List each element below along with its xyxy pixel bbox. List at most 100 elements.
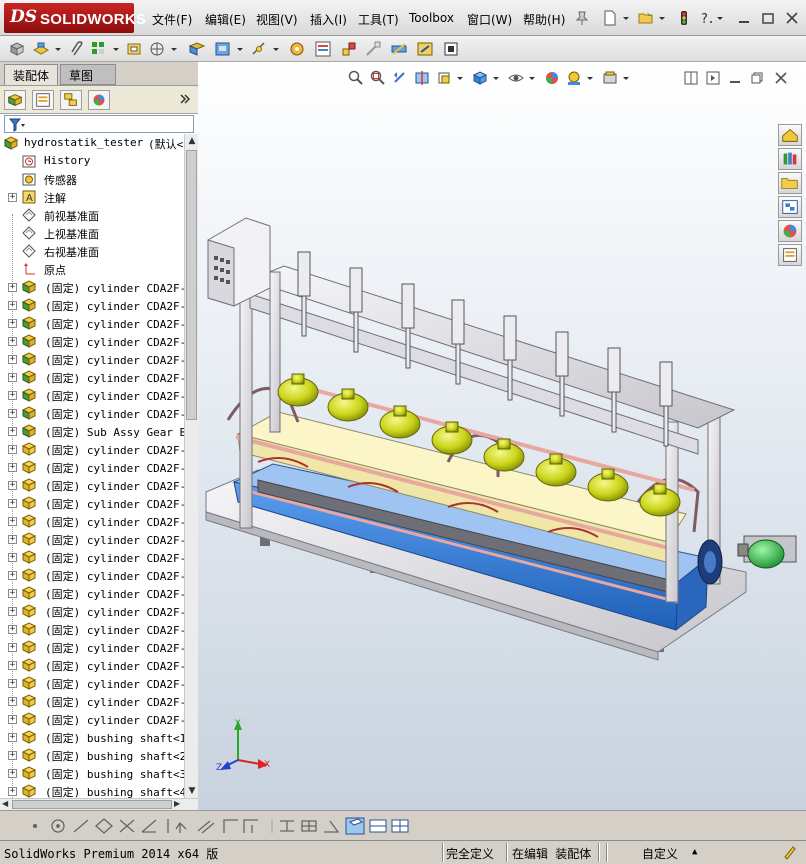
tree-component-item[interactable]: + (固定) cylinder CDA2F-6 xyxy=(0,530,184,548)
traffic-light-icon[interactable] xyxy=(676,10,692,26)
tree-filter-input[interactable] xyxy=(4,115,194,133)
tree-component-item[interactable]: + (固定) cylinder CDA2F-6 xyxy=(0,476,184,494)
tree-horizontal-scrollbar[interactable]: ◀ ▶ xyxy=(0,798,198,810)
expand-toggle[interactable]: + xyxy=(8,589,17,598)
tree-component-item[interactable]: + (固定) cylinder CDA2F-6 xyxy=(0,278,184,296)
tree-component-item[interactable]: + (固定) Sub Assy Gear Bo xyxy=(0,422,184,440)
sketch-tools[interactable] xyxy=(30,817,430,835)
reference-geometry-icon[interactable] xyxy=(250,40,268,58)
interference-detection-icon[interactable] xyxy=(390,40,408,58)
move-component-icon[interactable] xyxy=(148,40,166,58)
tree-feature-item[interactable]: + A 注解 xyxy=(0,188,184,206)
expand-toggle[interactable]: + xyxy=(8,661,17,670)
tree-component-item[interactable]: + (固定) cylinder CDA2F-6 xyxy=(0,296,184,314)
expand-toggle[interactable]: + xyxy=(8,553,17,562)
property-manager-icon[interactable] xyxy=(32,90,54,110)
tree-component-item[interactable]: + (固定) cylinder CDA2F-6 xyxy=(0,656,184,674)
tree-component-item[interactable]: + (固定) bushing shaft<2> xyxy=(0,746,184,764)
expand-toggle[interactable]: + xyxy=(8,337,17,346)
custom-properties-icon[interactable] xyxy=(778,244,802,266)
expand-toggle[interactable]: + xyxy=(8,535,17,544)
expand-toggle[interactable]: + xyxy=(8,373,17,382)
tree-component-item[interactable]: + (固定) cylinder CDA2F-6 xyxy=(0,548,184,566)
menu-window[interactable]: 窗口(W) xyxy=(467,11,512,28)
tree-component-item[interactable]: + (固定) cylinder CDA2F-6 xyxy=(0,620,184,638)
tree-component-item[interactable]: + (固定) cylinder CDA2F-6 xyxy=(0,566,184,584)
graphics-area[interactable]: Y X Z xyxy=(198,62,806,810)
expand-toggle[interactable]: + xyxy=(8,571,17,580)
tree-component-item[interactable]: + (固定) cylinder CDA2F-6 xyxy=(0,386,184,404)
units-up-icon[interactable]: ▲ xyxy=(692,847,697,857)
expand-toggle[interactable]: + xyxy=(8,463,17,472)
explode-line-sketch-icon[interactable] xyxy=(364,40,382,58)
tree-component-item[interactable]: + (固定) cylinder CDA2F-6 xyxy=(0,458,184,476)
smart-fasteners-icon[interactable] xyxy=(126,40,144,58)
tree-component-item[interactable]: + (固定) cylinder CDA2F-6 xyxy=(0,350,184,368)
expand-toggle[interactable]: + xyxy=(8,427,17,436)
tree-component-item[interactable]: + (固定) cylinder CDA2F-6 xyxy=(0,710,184,728)
scroll-thumb[interactable] xyxy=(186,150,197,420)
menu-insert[interactable]: 插入(I) xyxy=(310,11,347,28)
menu-view[interactable]: 视图(V) xyxy=(256,11,298,28)
chevron-down-icon[interactable] xyxy=(622,10,630,26)
chevron-down-icon[interactable] xyxy=(236,40,244,58)
instant3d-icon[interactable] xyxy=(442,40,460,58)
tree-root[interactable]: hydrostatik_tester (默认< xyxy=(0,134,184,152)
tree-component-item[interactable]: + (固定) cylinder CDA2F-6 xyxy=(0,512,184,530)
mate-icon[interactable] xyxy=(32,40,50,58)
new-document-icon[interactable] xyxy=(602,10,618,26)
scroll-left-icon[interactable]: ◀ xyxy=(2,799,8,808)
tree-feature-item[interactable]: 上视基准面 xyxy=(0,224,184,242)
units-status[interactable]: 自定义 xyxy=(642,845,678,862)
expand-toggle[interactable]: + xyxy=(8,193,17,202)
feature-manager-icon[interactable] xyxy=(4,90,26,110)
close-icon[interactable] xyxy=(784,10,800,26)
pin-icon[interactable] xyxy=(574,10,590,26)
tree-component-item[interactable]: + (固定) bushing shaft<4> xyxy=(0,782,184,798)
appearances-icon[interactable] xyxy=(778,220,802,242)
scroll-right-icon[interactable]: ▶ xyxy=(174,799,180,808)
restore-icon[interactable] xyxy=(760,10,776,26)
tree-component-item[interactable]: + (固定) cylinder CDA2F-6 xyxy=(0,638,184,656)
menu-help[interactable]: 帮助(H) xyxy=(523,11,565,28)
minimize-icon[interactable] xyxy=(736,10,752,26)
chevron-down-icon[interactable] xyxy=(716,10,724,26)
tree-component-item[interactable]: + (固定) bushing shaft<1> xyxy=(0,728,184,746)
expand-toggle[interactable]: + xyxy=(8,643,17,652)
expand-toggle[interactable]: + xyxy=(8,679,17,688)
linear-pattern-icon[interactable] xyxy=(90,40,108,58)
tree-component-item[interactable]: + (固定) bushing shaft<3> xyxy=(0,764,184,782)
view-palette-icon[interactable] xyxy=(778,196,802,218)
chevron-down-icon[interactable] xyxy=(658,10,666,26)
insert-component-icon[interactable] xyxy=(8,40,26,58)
solidworks-logo[interactable]: DS SOLIDWORKS xyxy=(4,3,146,33)
assembly-features-icon[interactable] xyxy=(214,40,232,58)
display-manager-icon[interactable] xyxy=(88,90,110,110)
expand-toggle[interactable]: + xyxy=(8,409,17,418)
bill-of-materials-icon[interactable] xyxy=(314,40,332,58)
tree-component-item[interactable]: + (固定) cylinder CDA2F-6 xyxy=(0,602,184,620)
tree-component-item[interactable]: + (固定) cylinder CDA2F-6 xyxy=(0,368,184,386)
tab-sketch[interactable]: 草图 xyxy=(60,64,116,85)
chevron-down-icon[interactable] xyxy=(272,40,280,58)
menu-edit[interactable]: 编辑(E) xyxy=(205,11,246,28)
menu-file[interactable]: 文件(F) xyxy=(152,11,192,28)
tree-component-item[interactable]: + (固定) cylinder CDA2F-6 xyxy=(0,314,184,332)
tree-vertical-scrollbar[interactable]: ▲ ▼ xyxy=(184,134,198,798)
expand-toggle[interactable]: + xyxy=(8,391,17,400)
tree-component-item[interactable]: + (固定) cylinder CDA2F-6 xyxy=(0,440,184,458)
tree-feature-item[interactable]: 右视基准面 xyxy=(0,242,184,260)
exploded-view-icon[interactable] xyxy=(340,40,358,58)
tree-feature-item[interactable]: 传感器 xyxy=(0,170,184,188)
chevron-down-icon[interactable] xyxy=(170,40,178,58)
tree-component-item[interactable]: + (固定) cylinder CDA2F-6 xyxy=(0,332,184,350)
home-icon[interactable] xyxy=(778,124,802,146)
expand-toggle[interactable]: + xyxy=(8,697,17,706)
scroll-up-icon[interactable]: ▲ xyxy=(185,134,199,148)
design-library-icon[interactable] xyxy=(778,148,802,170)
help-icon[interactable]: ? xyxy=(698,10,714,26)
expand-toggle[interactable]: + xyxy=(8,481,17,490)
expand-toggle[interactable]: + xyxy=(8,445,17,454)
tree-component-item[interactable]: + (固定) cylinder CDA2F-6 xyxy=(0,404,184,422)
tab-assembly[interactable]: 装配体 xyxy=(4,64,58,85)
